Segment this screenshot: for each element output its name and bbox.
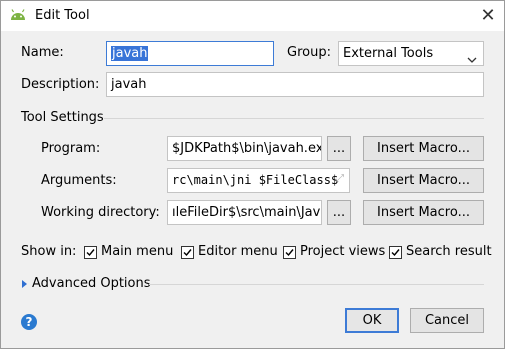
description-input[interactable]: javah [106,72,484,97]
window-title: Edit Tool [35,8,90,23]
checkmark-icon [183,249,192,257]
ok-button[interactable]: OK [345,308,399,333]
program-label: Program: [41,141,101,156]
arguments-insert-macro-button[interactable]: Insert Macro... [363,168,484,193]
help-icon[interactable]: ? [21,314,37,330]
name-label: Name: [21,45,64,60]
group-value: External Tools [343,46,434,61]
title-bar: Edit Tool ✕ [1,1,504,31]
editor-menu-label: Editor menu [198,244,278,259]
description-label: Description: [21,77,100,92]
checkmark-icon [391,249,400,257]
name-input[interactable]: javah [106,41,274,66]
checkmark-icon [86,249,95,257]
working-directory-browse-button[interactable]: ... [327,200,351,225]
android-icon [10,9,26,21]
section-divider [104,118,484,119]
group-label: Group: [287,45,331,60]
project-views-label: Project views [300,244,386,259]
working-directory-insert-macro-button[interactable]: Insert Macro... [363,200,484,225]
main-menu-checkbox[interactable] [84,246,97,259]
working-directory-input[interactable]: ıleFileDir$\src\main\Java [167,200,322,225]
main-menu-label: Main menu [101,244,174,259]
name-value: javah [111,46,149,61]
cancel-button[interactable]: Cancel [410,308,484,333]
arguments-input[interactable]: rc\main\jni $FileClass$ [167,168,350,193]
search-result-checkbox[interactable] [389,246,402,259]
expand-icon[interactable]: ⤢ [336,173,344,184]
show-in-label: Show in: [21,244,77,259]
program-input[interactable]: $JDKPath$\bin\javah.exe [167,136,322,161]
close-icon[interactable]: ✕ [472,1,504,31]
program-browse-button[interactable]: ... [327,136,351,161]
project-views-checkbox[interactable] [283,246,296,259]
advanced-options-toggle[interactable]: Advanced Options [32,276,151,291]
advanced-divider [149,284,484,285]
arguments-label: Arguments: [41,173,117,188]
checkmark-icon [285,249,294,257]
program-insert-macro-button[interactable]: Insert Macro... [363,136,484,161]
expand-arrow-icon[interactable] [22,280,27,288]
group-select[interactable]: External Tools [338,41,484,66]
tool-settings-header: Tool Settings [21,110,104,125]
working-directory-label: Working directory: [41,205,160,220]
search-result-label: Search result [406,244,492,259]
chevron-down-icon [467,49,477,63]
edit-tool-dialog: Edit Tool ✕ Name: javah Group: External … [0,0,505,349]
editor-menu-checkbox[interactable] [181,246,194,259]
